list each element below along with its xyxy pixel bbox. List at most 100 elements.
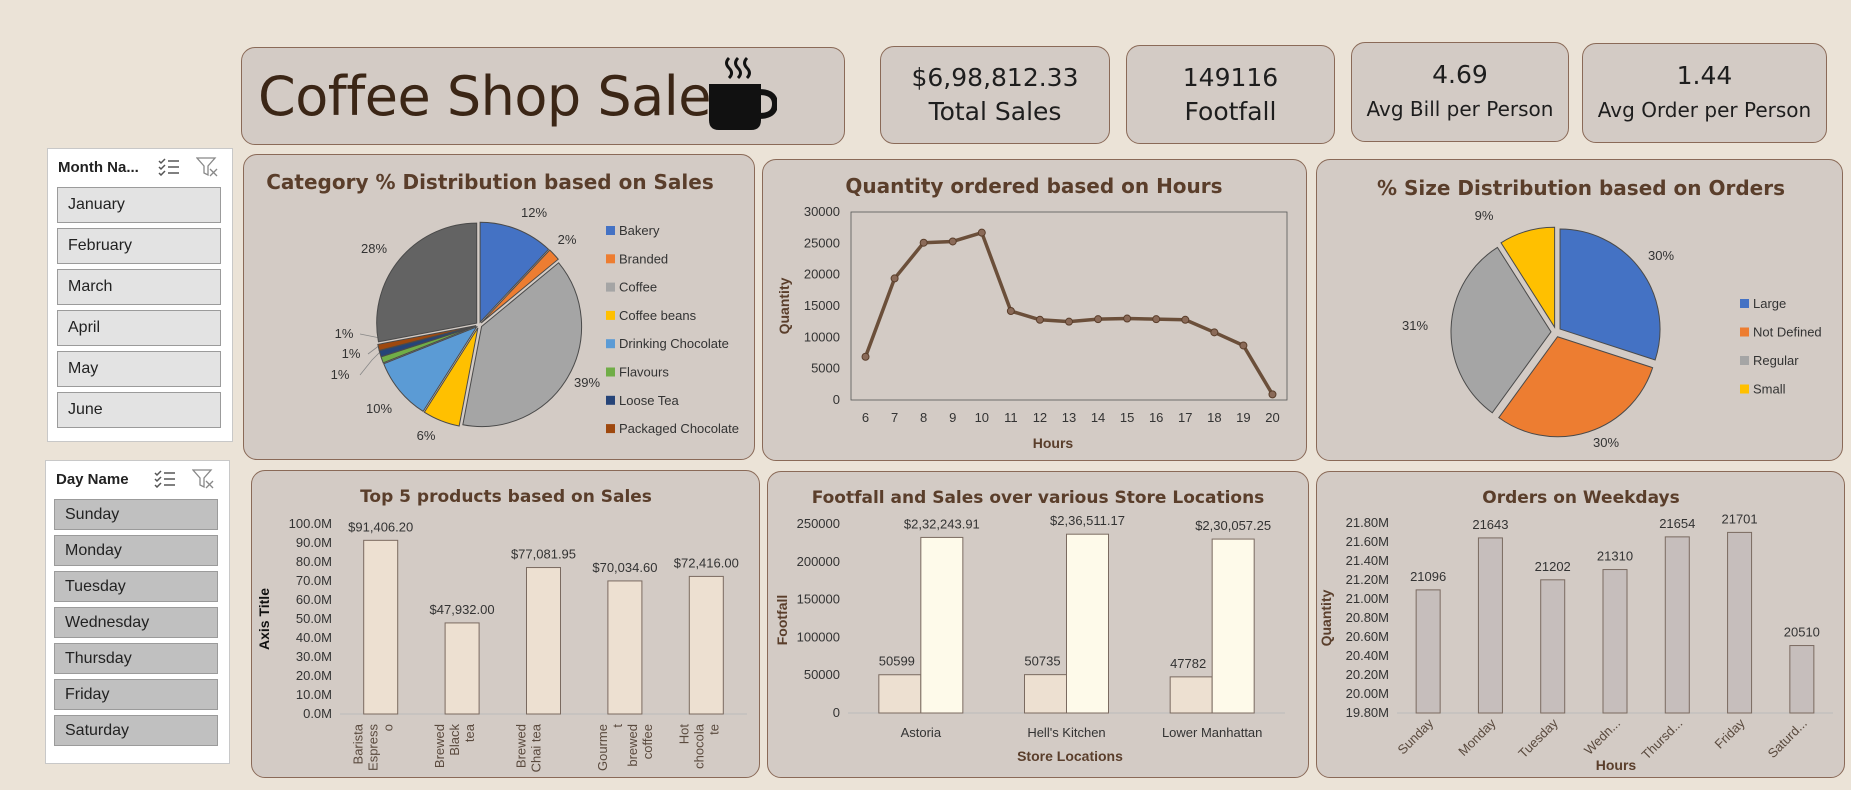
data-label: 31%: [1402, 318, 1428, 333]
clear-filter-icon[interactable]: [192, 469, 214, 489]
x-tick-label: Hot: [676, 724, 691, 745]
y-tick-label: 21.60M: [1346, 534, 1389, 549]
slicer-item-monday[interactable]: Monday: [54, 535, 218, 566]
x-tick-label: 14: [1091, 410, 1105, 425]
slicer-item-march[interactable]: March: [57, 269, 221, 305]
data-point: [977, 228, 986, 237]
data-point: [1268, 390, 1277, 399]
x-tick-label: brewed: [625, 724, 640, 767]
y-tick-label: 30000: [804, 204, 840, 219]
y-tick-label: 30.0M: [296, 649, 332, 664]
data-label: 21202: [1535, 559, 1571, 574]
kpi-value: $6,98,812.33: [911, 63, 1079, 92]
legend-swatch: [606, 310, 615, 320]
x-tick-label: Astoria: [901, 725, 942, 740]
slicer-item-sunday[interactable]: Sunday: [54, 499, 218, 530]
x-tick-label: coffee: [640, 724, 655, 759]
y-tick-label: 40.0M: [296, 630, 332, 645]
page-title: Coffee Shop Sales: [258, 64, 739, 128]
x-tick-label: Saturd...: [1765, 716, 1810, 761]
clear-filter-icon[interactable]: [196, 157, 218, 177]
x-tick-label: 12: [1033, 410, 1047, 425]
chart-title: Quantity ordered based on Hours: [845, 174, 1222, 198]
bar: [444, 622, 480, 715]
kpi-avg-bill: 4.69 Avg Bill per Person: [1351, 42, 1569, 142]
x-tick-label: 11: [1004, 410, 1018, 425]
y-axis-title: Quantity: [1318, 589, 1334, 646]
x-tick-label: te: [706, 724, 721, 735]
legend-label: Large: [1753, 296, 1786, 311]
slicer-item-tuesday[interactable]: Tuesday: [54, 571, 218, 602]
y-tick-label: 15000: [804, 298, 840, 313]
kpi-footfall: 149116 Footfall: [1126, 45, 1335, 144]
data-label: 1%: [331, 367, 350, 382]
legend-swatch: [606, 226, 615, 235]
x-tick-label: 6: [862, 410, 869, 425]
month-slicer-title: Month Na...: [58, 158, 139, 176]
multi-select-icon[interactable]: [154, 470, 176, 488]
legend-swatch: [1740, 327, 1749, 337]
kpi-label: Total Sales: [928, 97, 1062, 126]
legend-label: Drinking Chocolate: [619, 336, 729, 351]
locations-bar-panel: Footfall and Sales over various Store Lo…: [767, 471, 1309, 778]
kpi-label: Footfall: [1184, 96, 1277, 126]
multi-select-icon[interactable]: [158, 158, 180, 176]
y-axis-title: Axis Title: [256, 588, 272, 650]
legend-label: Packaged Chocolate: [619, 421, 739, 436]
y-tick-label: 20000: [804, 267, 840, 282]
data-point: [1035, 315, 1044, 324]
bar: [1211, 538, 1255, 714]
weekdays-bar-chart: Orders on Weekdays 19.80M 20.00M 20.20M 20.4…: [1318, 488, 1833, 773]
weekdays-bar-panel: Orders on Weekdays 19.80M 20.00M 20.20M 20.4…: [1316, 471, 1845, 778]
legend-swatch: [1740, 384, 1749, 394]
data-point: [948, 237, 957, 246]
bar: [1169, 676, 1213, 714]
slicer-item-wednesday[interactable]: Wednesday: [54, 607, 218, 638]
bar: [1602, 569, 1628, 714]
slicer-item-thursday[interactable]: Thursday: [54, 643, 218, 674]
y-tick-label: 21.00M: [1346, 591, 1389, 606]
data-point: [1152, 315, 1161, 324]
y-tick-label: 80.0M: [296, 554, 332, 569]
legend-swatch: [606, 254, 615, 264]
data-label: 47782: [1170, 656, 1206, 671]
x-tick-label: 18: [1207, 410, 1221, 425]
y-tick-label: 19.80M: [1346, 705, 1389, 720]
bar: [363, 539, 399, 715]
data-label: $2,30,057.25: [1195, 518, 1271, 533]
slicer-item-june[interactable]: June: [57, 392, 221, 428]
data-label: 50599: [879, 654, 915, 669]
x-axis-title: Hours: [1596, 757, 1637, 773]
legend-label: Coffee: [619, 280, 657, 295]
slicer-item-saturday[interactable]: Saturday: [54, 715, 218, 746]
x-tick-label: Brewed: [432, 724, 447, 768]
x-tick-label: 9: [949, 410, 956, 425]
hours-line-panel: Quantity ordered based on Hours 0 5000 1000…: [762, 159, 1307, 461]
top5-bar-chart: Top 5 products based on Sales 0.0M 10.0M 20…: [256, 487, 747, 772]
data-label: 21643: [1472, 517, 1508, 532]
data-label: 12%: [521, 205, 547, 220]
data-point: [1123, 314, 1132, 323]
y-tick-label: 50.0M: [296, 611, 332, 626]
data-label: 2%: [558, 232, 577, 247]
legend-swatch: [606, 424, 615, 434]
slicer-item-january[interactable]: January: [57, 187, 221, 223]
bar: [1664, 536, 1690, 714]
bar: [1024, 674, 1067, 714]
top5-bar-panel: Top 5 products based on Sales 0.0M 10.0M 20…: [251, 470, 760, 778]
y-tick-label: 100.0M: [289, 516, 332, 531]
slicer-item-april[interactable]: April: [57, 310, 221, 346]
y-tick-label: 250000: [797, 516, 840, 531]
data-label: 21701: [1721, 511, 1757, 526]
slicer-item-may[interactable]: May: [57, 351, 221, 387]
legend-swatch: [1740, 356, 1749, 365]
x-axis-title: Hours: [1033, 435, 1074, 451]
pie-slice: [1559, 228, 1661, 361]
x-tick-label: Gourme: [595, 724, 610, 771]
slicer-item-friday[interactable]: Friday: [54, 679, 218, 710]
data-point: [1094, 315, 1103, 324]
y-axis-title: Quantity: [776, 277, 792, 334]
data-point: [1181, 315, 1190, 324]
day-slicer-header: Day Name: [46, 461, 229, 497]
slicer-item-february[interactable]: February: [57, 228, 221, 264]
